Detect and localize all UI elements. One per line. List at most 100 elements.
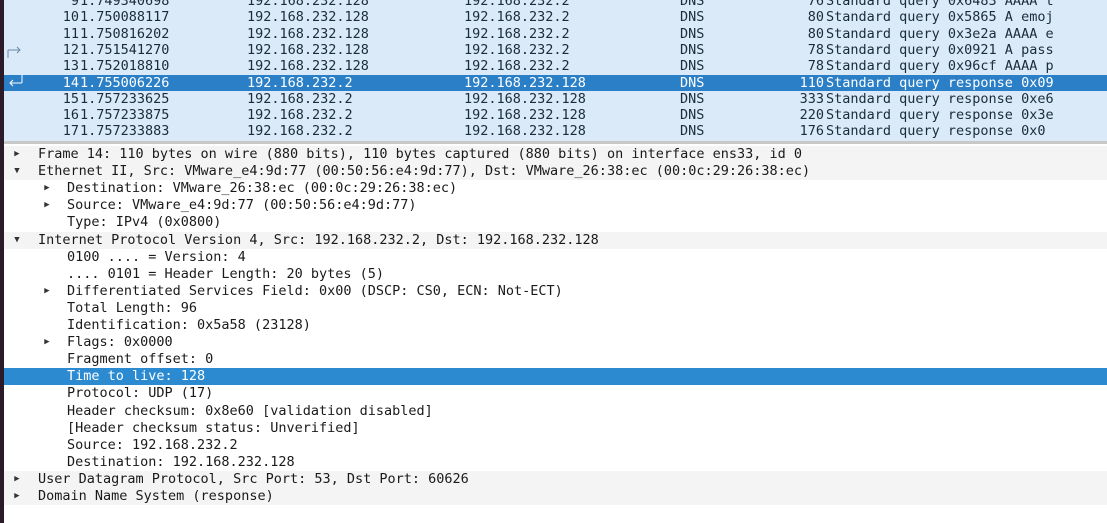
packet-source: 192.168.232.128 (247, 9, 369, 26)
tree-text: Total Length: 96 (67, 299, 198, 316)
packet-number: 14 (62, 74, 79, 91)
tree-text: Time to live: 128 (67, 368, 206, 385)
packet-protocol: DNS (680, 123, 705, 140)
tree-section[interactable]: ▼ Ethernet II, Src: VMware_e4:9d:77 (00:5… (4, 163, 1107, 181)
collapsed-arrow-icon[interactable]: ▶ (41, 283, 53, 300)
tree-field[interactable]: 0100 .... = Version: 4 (4, 249, 1107, 266)
packet-destination: 192.168.232.128 (464, 107, 586, 124)
packet-time: 1.752018810 (80, 58, 170, 75)
packet-list[interactable]: 9 1.749340698 192.168.232.128 192.168.232.2… (4, 0, 1107, 141)
packet-source: 192.168.232.2 (247, 123, 353, 140)
packet-time: 1.755006226 (80, 74, 170, 91)
tree-text: .... 0101 = Header Length: 20 bytes (5) (67, 265, 384, 282)
tree-field[interactable]: Fragment offset: 0 (4, 351, 1107, 368)
packet-length: 76 (807, 0, 824, 9)
tree-field[interactable]: [Header checksum status: Unverified] (4, 420, 1107, 437)
packet-time: 1.750816202 (80, 25, 170, 42)
tree-section[interactable]: ▶ User Datagram Protocol, Src Port: 53, D… (4, 470, 1107, 488)
tree-field[interactable]: Type: IPv4 (0x0800) (4, 214, 1107, 231)
tree-field[interactable]: Header checksum: 0x8e60 [validation disa… (4, 403, 1107, 420)
tree-field[interactable]: ▶ Flags: 0x0000 (4, 334, 1107, 351)
packet-number: 13 (62, 58, 79, 75)
packet-info: Standard query 0x3e2a AAAA e (826, 25, 1054, 42)
packet-time: 1.757233625 (80, 90, 170, 107)
packet-row[interactable]: 15 1.757233625 192.168.232.2 192.168.232.12… (4, 91, 1107, 107)
tree-field[interactable]: Total Length: 96 (4, 300, 1107, 317)
tree-field[interactable]: Destination: 192.168.232.128 (4, 454, 1107, 471)
tree-text: Internet Protocol Version 4, Src: 192.16… (38, 231, 599, 248)
expanded-arrow-icon[interactable]: ▼ (11, 232, 23, 249)
packet-info: Standard query response 0x0 (826, 123, 1046, 140)
tree-field[interactable]: ▶ Differentiated Services Field: 0x00 (DS… (4, 283, 1107, 300)
packet-protocol: DNS (680, 107, 705, 124)
tree-section[interactable]: ▶ Frame 14: 110 bytes on wire (880 bits),… (4, 146, 1107, 163)
collapsed-arrow-icon[interactable]: ▶ (41, 197, 53, 214)
packet-row[interactable]: 9 1.749340698 192.168.232.128 192.168.232.2… (4, 0, 1107, 9)
packet-destination: 192.168.232.128 (464, 123, 586, 140)
packet-length: 80 (807, 9, 824, 26)
tree-text: Flags: 0x0000 (67, 334, 173, 351)
packet-length: 80 (807, 25, 824, 42)
packet-time: 1.749340698 (80, 0, 170, 9)
tree-field[interactable]: Source: 192.168.232.2 (4, 437, 1107, 454)
tree-text: Fragment offset: 0 (67, 351, 214, 368)
tree-section[interactable]: ▼ Internet Protocol Version 4, Src: 192.1… (4, 231, 1107, 249)
packet-time: 1.757233875 (80, 107, 170, 124)
packet-destination: 192.168.232.2 (464, 0, 570, 9)
tree-field[interactable]: ▶ Destination: VMware_26:38:ec (00:0c:29:… (4, 180, 1107, 197)
tree-section[interactable]: ▶ Domain Name System (response) (4, 488, 1107, 505)
related-response-icon (9, 74, 23, 86)
packet-number: 17 (62, 123, 79, 140)
packet-row[interactable]: 13 1.752018810 192.168.232.128 192.168.232.… (4, 58, 1107, 74)
packet-row[interactable]: 17 1.757233883 192.168.232.2 192.168.232.12… (4, 123, 1107, 139)
packet-length: 176 (799, 123, 824, 140)
packet-source: 192.168.232.2 (247, 107, 353, 124)
packet-time: 1.750088117 (80, 9, 170, 26)
expanded-arrow-icon[interactable]: ▼ (11, 163, 23, 180)
tree-text: 0100 .... = Version: 4 (67, 248, 246, 265)
packet-source: 192.168.232.128 (247, 25, 369, 42)
tree-field[interactable]: Identification: 0x5a58 (23128) (4, 317, 1107, 334)
collapsed-arrow-icon[interactable]: ▶ (41, 334, 53, 351)
packet-number: 9 (70, 0, 79, 9)
packet-destination: 192.168.232.2 (464, 25, 570, 42)
tree-text: Differentiated Services Field: 0x00 (DSC… (67, 282, 563, 299)
collapsed-arrow-icon[interactable]: ▶ (41, 180, 53, 197)
packet-info: Standard query 0x6483 AAAA t (826, 0, 1054, 9)
collapsed-arrow-icon[interactable]: ▶ (11, 146, 23, 163)
tree-text: Destination: 192.168.232.128 (67, 453, 295, 470)
collapsed-arrow-icon[interactable]: ▶ (11, 488, 23, 505)
packet-protocol: DNS (680, 74, 705, 91)
tree-text: Source: VMware_e4:9d:77 (00:50:56:e4:9d:… (67, 197, 417, 214)
packet-destination: 192.168.232.2 (464, 9, 570, 26)
packet-row[interactable]: 14 1.755006226 192.168.232.2 192.168.232.12… (4, 74, 1107, 91)
packet-source: 192.168.232.128 (247, 58, 369, 75)
packet-row[interactable]: 10 1.750088117 192.168.232.128 192.168.232.… (4, 9, 1107, 25)
tree-field[interactable]: Protocol: UDP (17) (4, 385, 1107, 402)
packet-row[interactable]: 16 1.757233875 192.168.232.2 192.168.232.12… (4, 107, 1107, 123)
packet-info: Standard query 0x96cf AAAA p (826, 58, 1054, 75)
packet-row[interactable]: 11 1.750816202 192.168.232.128 192.168.232.… (4, 26, 1107, 42)
packet-length: 110 (799, 74, 824, 91)
packet-source: 192.168.232.2 (247, 74, 353, 91)
packet-time: 1.751541270 (80, 41, 170, 58)
packet-info: Standard query 0x5865 A emoj (826, 9, 1054, 26)
packet-protocol: DNS (680, 25, 705, 42)
packet-protocol: DNS (680, 90, 705, 107)
packet-row[interactable]: 12 1.751541270 192.168.232.128 192.168.232.… (4, 42, 1107, 58)
packet-source: 192.168.232.128 (247, 41, 369, 58)
packet-protocol: DNS (680, 58, 705, 75)
collapsed-arrow-icon[interactable]: ▶ (11, 471, 23, 488)
tree-field[interactable]: ▶ Source: VMware_e4:9d:77 (00:50:56:e4:9d… (4, 197, 1107, 214)
packet-protocol: DNS (680, 9, 705, 26)
tree-text: Frame 14: 110 bytes on wire (880 bits), … (38, 146, 803, 162)
packet-info: Standard query 0x0921 A pass (826, 41, 1054, 58)
packet-info: Standard query response 0x3e (826, 107, 1054, 124)
packet-number: 10 (62, 9, 79, 26)
tree-field[interactable]: Time to live: 128 (4, 368, 1107, 386)
packet-destination: 192.168.232.2 (464, 41, 570, 58)
packet-info: Standard query response 0xe6 (826, 90, 1054, 107)
packet-length: 220 (799, 107, 824, 124)
tree-field[interactable]: .... 0101 = Header Length: 20 bytes (5) (4, 266, 1107, 283)
packet-details-tree[interactable]: ▶ Frame 14: 110 bytes on wire (880 bits),… (4, 144, 1107, 523)
